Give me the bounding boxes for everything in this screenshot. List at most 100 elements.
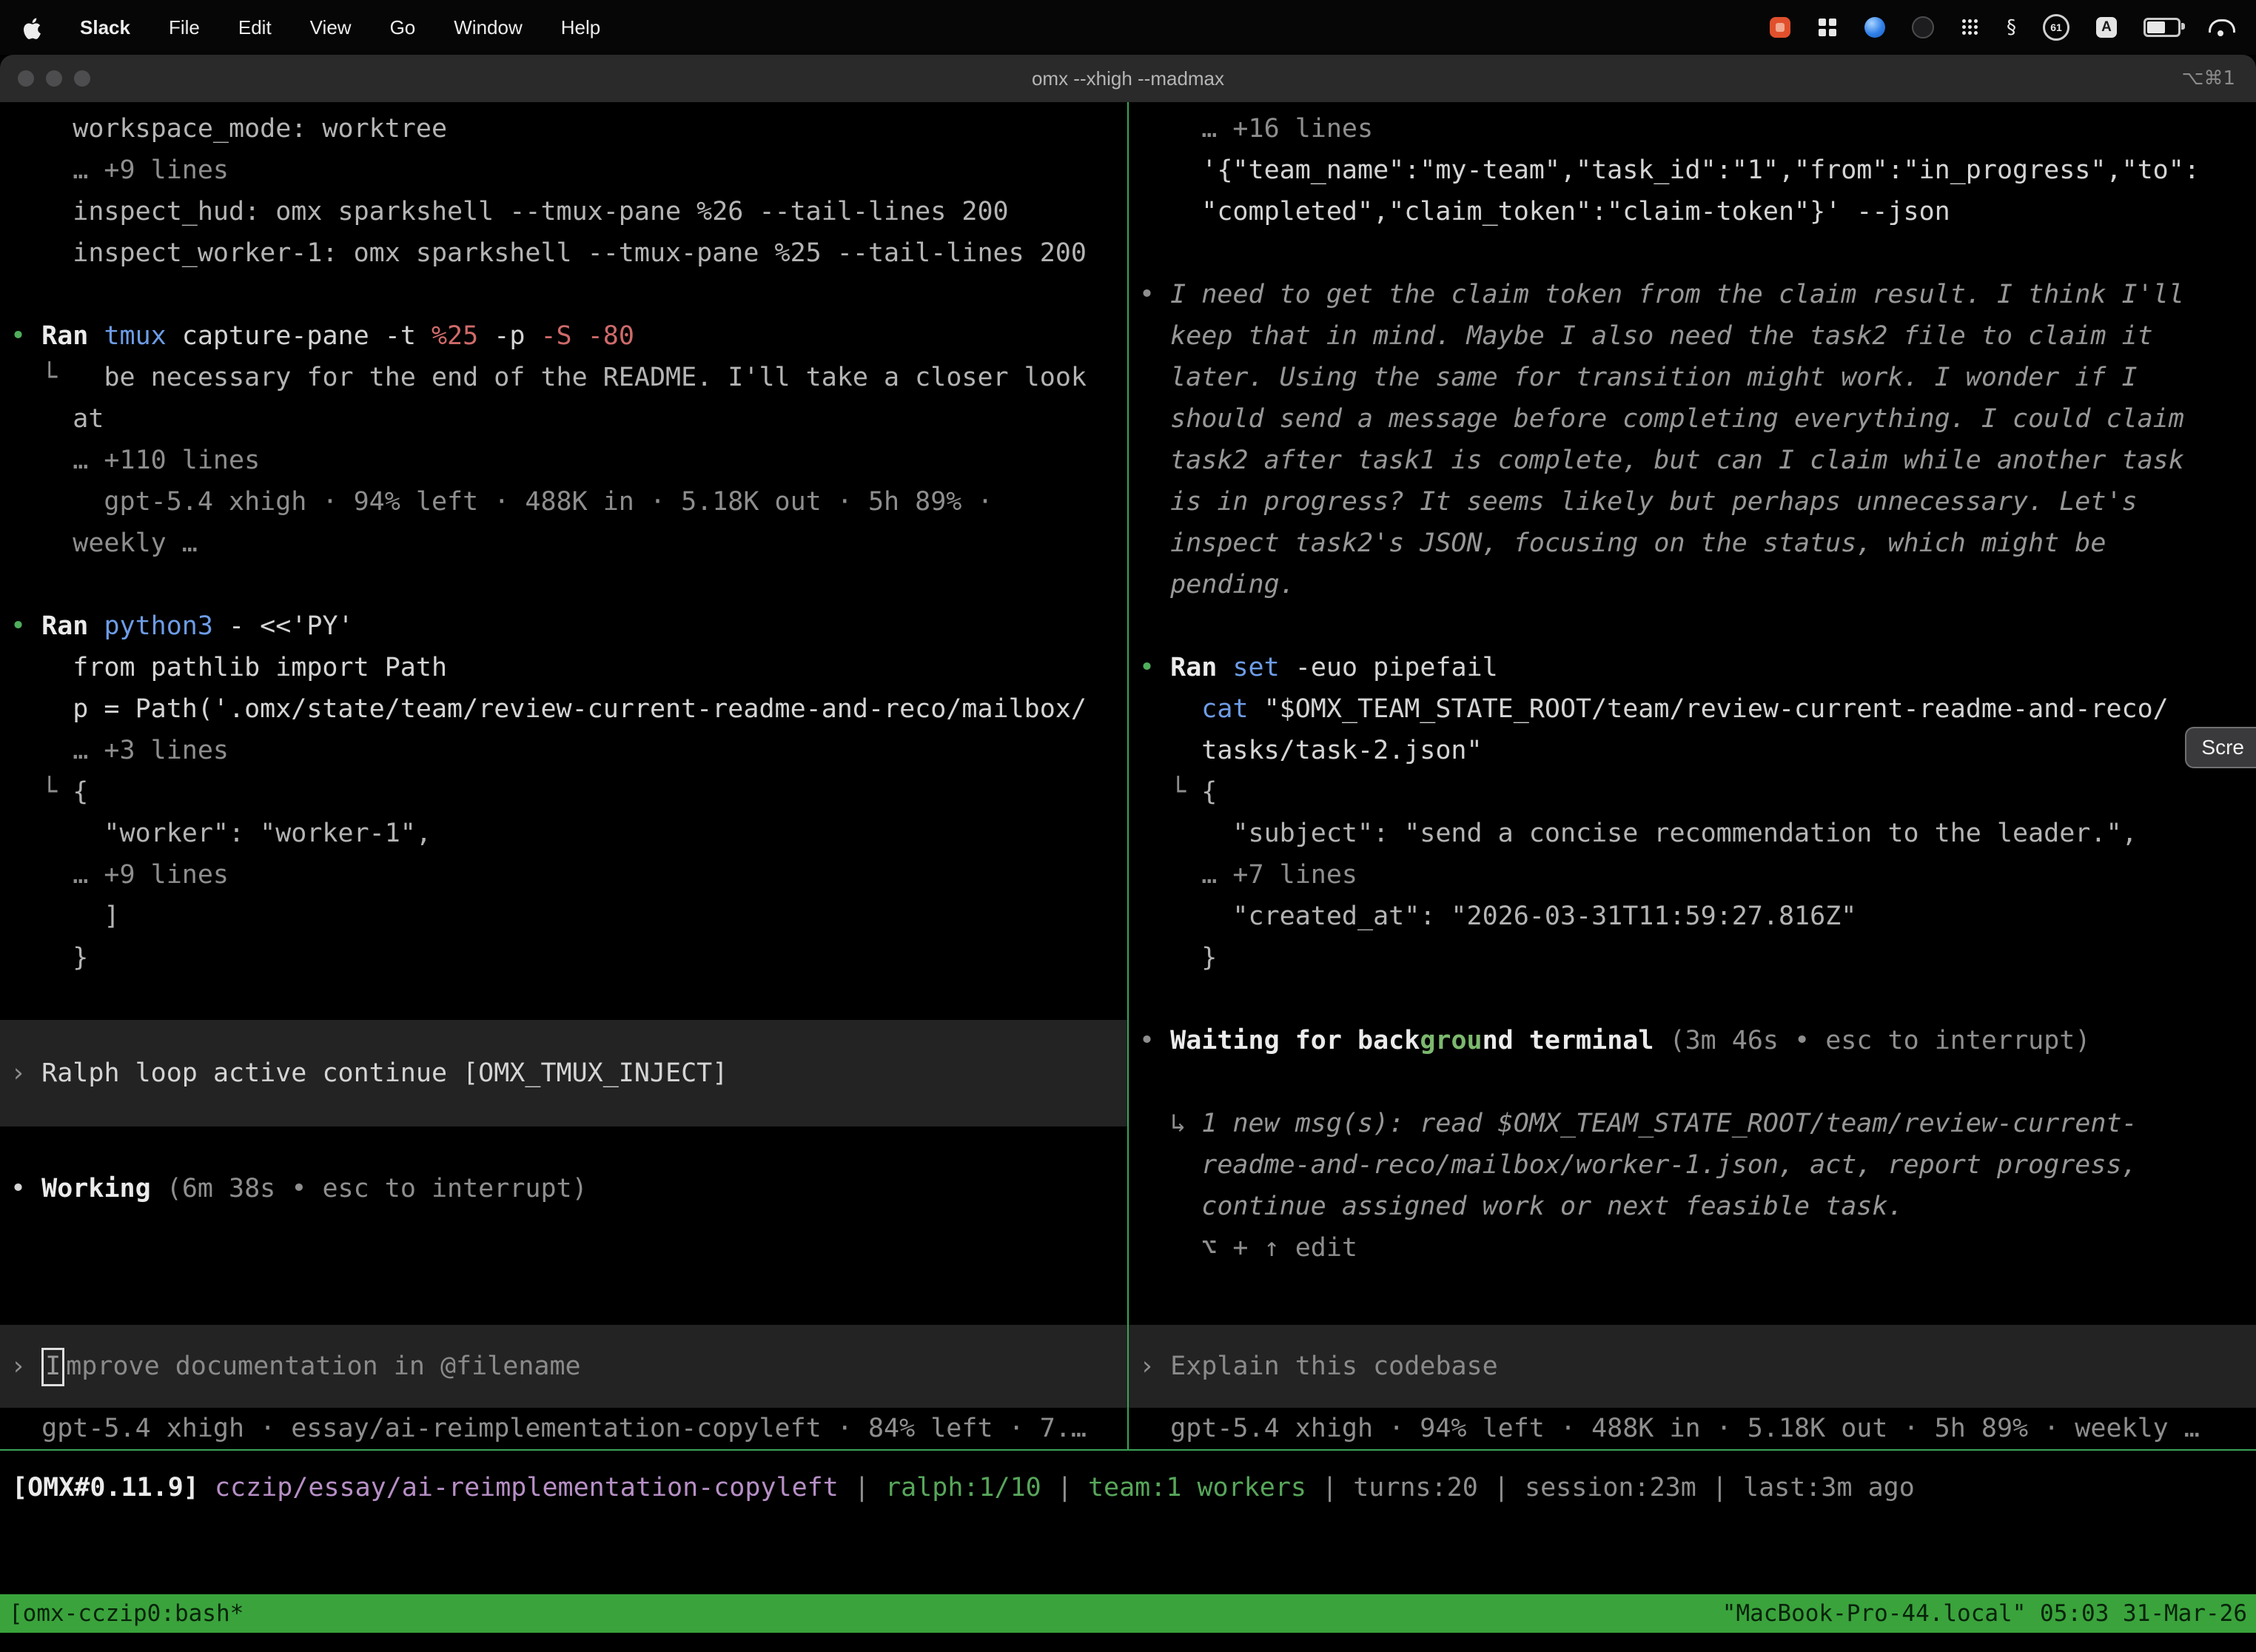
right-terminal-pane[interactable]: … +16 lines '{"team_name":"my-team","tas…: [1129, 102, 2256, 1449]
minimize-button[interactable]: [46, 70, 62, 87]
text-segment: }: [10, 943, 88, 973]
menu-item-edit[interactable]: Edit: [238, 16, 272, 39]
terminal-line: is in progress? It seems likely but perh…: [1129, 481, 2256, 523]
dark-app-icon[interactable]: [1912, 16, 1934, 38]
text-segment: team:1 workers: [1088, 1473, 1306, 1502]
terminal-line: … +9 lines: [0, 854, 1127, 896]
dots-grid-icon[interactable]: [1961, 18, 1980, 37]
text-segment: •: [10, 321, 41, 351]
battery-icon[interactable]: [2143, 18, 2181, 37]
apple-menu-icon[interactable]: [22, 16, 41, 39]
text-segment: "$OMX_TEAM_STATE_ROOT/team/review-curren…: [1264, 694, 2169, 724]
gauge-badge-icon[interactable]: 61: [2043, 14, 2069, 41]
menu-item-help[interactable]: Help: [561, 16, 600, 39]
text-segment: Ralph loop active continue [OMX_TMUX_INJ…: [41, 1058, 728, 1088]
terminal-line: … +7 lines: [1129, 854, 2256, 896]
menu-bar: Slack File Edit View Go Window Help § 61 A: [0, 0, 2256, 55]
text-segment: |: [839, 1473, 885, 1502]
text-segment: ›: [10, 1352, 41, 1381]
terminal-line: cat "$OMX_TEAM_STATE_ROOT/team/review-cu…: [1129, 688, 2256, 730]
text-segment: "created_at": "2026-03-31T11:59:27.816Z": [1139, 901, 1856, 931]
terminal-line: [0, 564, 1127, 605]
terminal-line: keep that in mind. Maybe I also need the…: [1129, 315, 2256, 357]
menu-item-view[interactable]: View: [310, 16, 352, 39]
prompt-suggestion[interactable]: › Explain this codebase: [1129, 1325, 2256, 1408]
text-segment: •: [1139, 1026, 1170, 1055]
text-segment: should send a message before completing …: [1139, 404, 2184, 434]
text-segment: from pathlib import Path: [10, 653, 447, 682]
menu-item-file[interactable]: File: [169, 16, 200, 39]
text-segment: task2 after task1 is complete, but can I…: [1139, 446, 2184, 475]
text-segment: … +16 lines: [1139, 114, 1373, 144]
terminal-line: • Waiting for background terminal (3m 46…: [1129, 1020, 2256, 1061]
text-segment: Explain this codebase: [1170, 1352, 1498, 1381]
terminal-line: continue assigned work or next feasible …: [1129, 1186, 2256, 1227]
pane-status-line: gpt-5.4 xhigh · 94% left · 488K in · 5.1…: [1129, 1408, 2256, 1449]
text-segment: p = Path('.omx/state/team/review-current…: [10, 694, 1087, 724]
text-segment: cczip/essay/ai-reimplementation-copyleft: [215, 1473, 839, 1502]
terminal-line: "worker": "worker-1",: [0, 813, 1127, 854]
text-segment: tasks/task-2.json": [1139, 736, 1483, 765]
screen-chip[interactable]: Scre: [2185, 727, 2256, 768]
text-segment: •: [1139, 280, 1170, 309]
text-segment: capture-pane: [182, 321, 385, 351]
text-segment: |: [1478, 1473, 1525, 1502]
zoom-button[interactable]: [74, 70, 90, 87]
window-tiling-icon[interactable]: [1817, 17, 1838, 38]
text-segment: └: [1139, 777, 1201, 807]
text-segment: … +110 lines: [10, 446, 260, 475]
text-segment: "completed","claim_token":"claim-token"}…: [1139, 197, 1950, 226]
left-terminal-pane[interactable]: workspace_mode: worktree … +9 lines insp…: [0, 102, 1127, 1449]
text-segment: at: [10, 404, 104, 434]
window-title-bar[interactable]: omx --xhigh --madmax ⌥⌘1: [0, 55, 2256, 102]
text-segment: tmux: [104, 321, 181, 351]
terminal-line: [1129, 1061, 2256, 1103]
terminal-line: [0, 1126, 1127, 1168]
app-icon[interactable]: §: [2007, 16, 2016, 38]
menu-item-go[interactable]: Go: [390, 16, 416, 39]
terminal-line: should send a message before completing …: [1129, 398, 2256, 440]
text-segment: -S -80: [540, 321, 634, 351]
text-segment: terminal: [1514, 1026, 1654, 1055]
terminal-line: • I need to get the claim token from the…: [1129, 274, 2256, 315]
screen-recording-indicator-icon[interactable]: [1770, 17, 1790, 38]
terminal-line: [0, 978, 1127, 1020]
ralph-loop-banner[interactable]: › Ralph loop active continue [OMX_TMUX_I…: [0, 1020, 1127, 1126]
prompt-suggestion[interactable]: › Improve documentation in @filename: [0, 1325, 1127, 1408]
text-segment: {: [73, 777, 88, 807]
menu-item-window[interactable]: Window: [454, 16, 522, 39]
terminal-line: … +110 lines: [0, 440, 1127, 481]
spacer: [1129, 1269, 2256, 1325]
terminal-line: gpt-5.4 xhigh · 94% left · 488K in · 5.1…: [0, 481, 1127, 523]
input-source-icon[interactable]: A: [2096, 17, 2117, 38]
terminal-line: • Ran tmux capture-pane -t %25 -p -S -80: [0, 315, 1127, 357]
terminal-line: '{"team_name":"my-team","task_id":"1","f…: [1129, 150, 2256, 191]
text-segment: keep that in mind. Maybe I also need the…: [1139, 321, 2153, 351]
text-segment: be necessary for the end of the README. …: [73, 363, 1087, 392]
text-segment: Ran: [41, 611, 104, 641]
wifi-icon[interactable]: [2207, 17, 2234, 38]
terminal-line: from pathlib import Path: [0, 647, 1127, 688]
close-button[interactable]: [18, 70, 34, 87]
text-segment: •: [10, 611, 41, 641]
terminal-line: … +3 lines: [0, 730, 1127, 771]
terminal-line: at: [0, 398, 1127, 440]
terminal-line: [1129, 232, 2256, 274]
terminal-line: "completed","claim_token":"claim-token"}…: [1129, 191, 2256, 232]
blue-app-icon[interactable]: [1864, 17, 1885, 38]
tmux-host-clock: "MacBook-Pro-44.local" 05:03 31-Mar-26: [1722, 1600, 2247, 1627]
text-segment: [1139, 694, 1201, 724]
text-segment: Waiting for back: [1170, 1026, 1420, 1055]
text-segment: •: [1139, 653, 1170, 682]
menu-item-slack[interactable]: Slack: [80, 16, 130, 39]
text-segment: "worker": "worker-1",: [10, 819, 432, 848]
spacer: [0, 1209, 1127, 1325]
blank-area: [0, 1525, 2256, 1594]
text-segment: Ran: [41, 321, 104, 351]
tmux-session-window[interactable]: [omx-cczip0:bash*: [9, 1600, 244, 1627]
text-segment: •: [10, 1174, 41, 1203]
terminal-line: ⌥ + ↑ edit: [1129, 1227, 2256, 1269]
text-segment: |: [1041, 1473, 1088, 1502]
text-segment: … +9 lines: [10, 860, 229, 890]
bottom-strip: [0, 1633, 2256, 1652]
